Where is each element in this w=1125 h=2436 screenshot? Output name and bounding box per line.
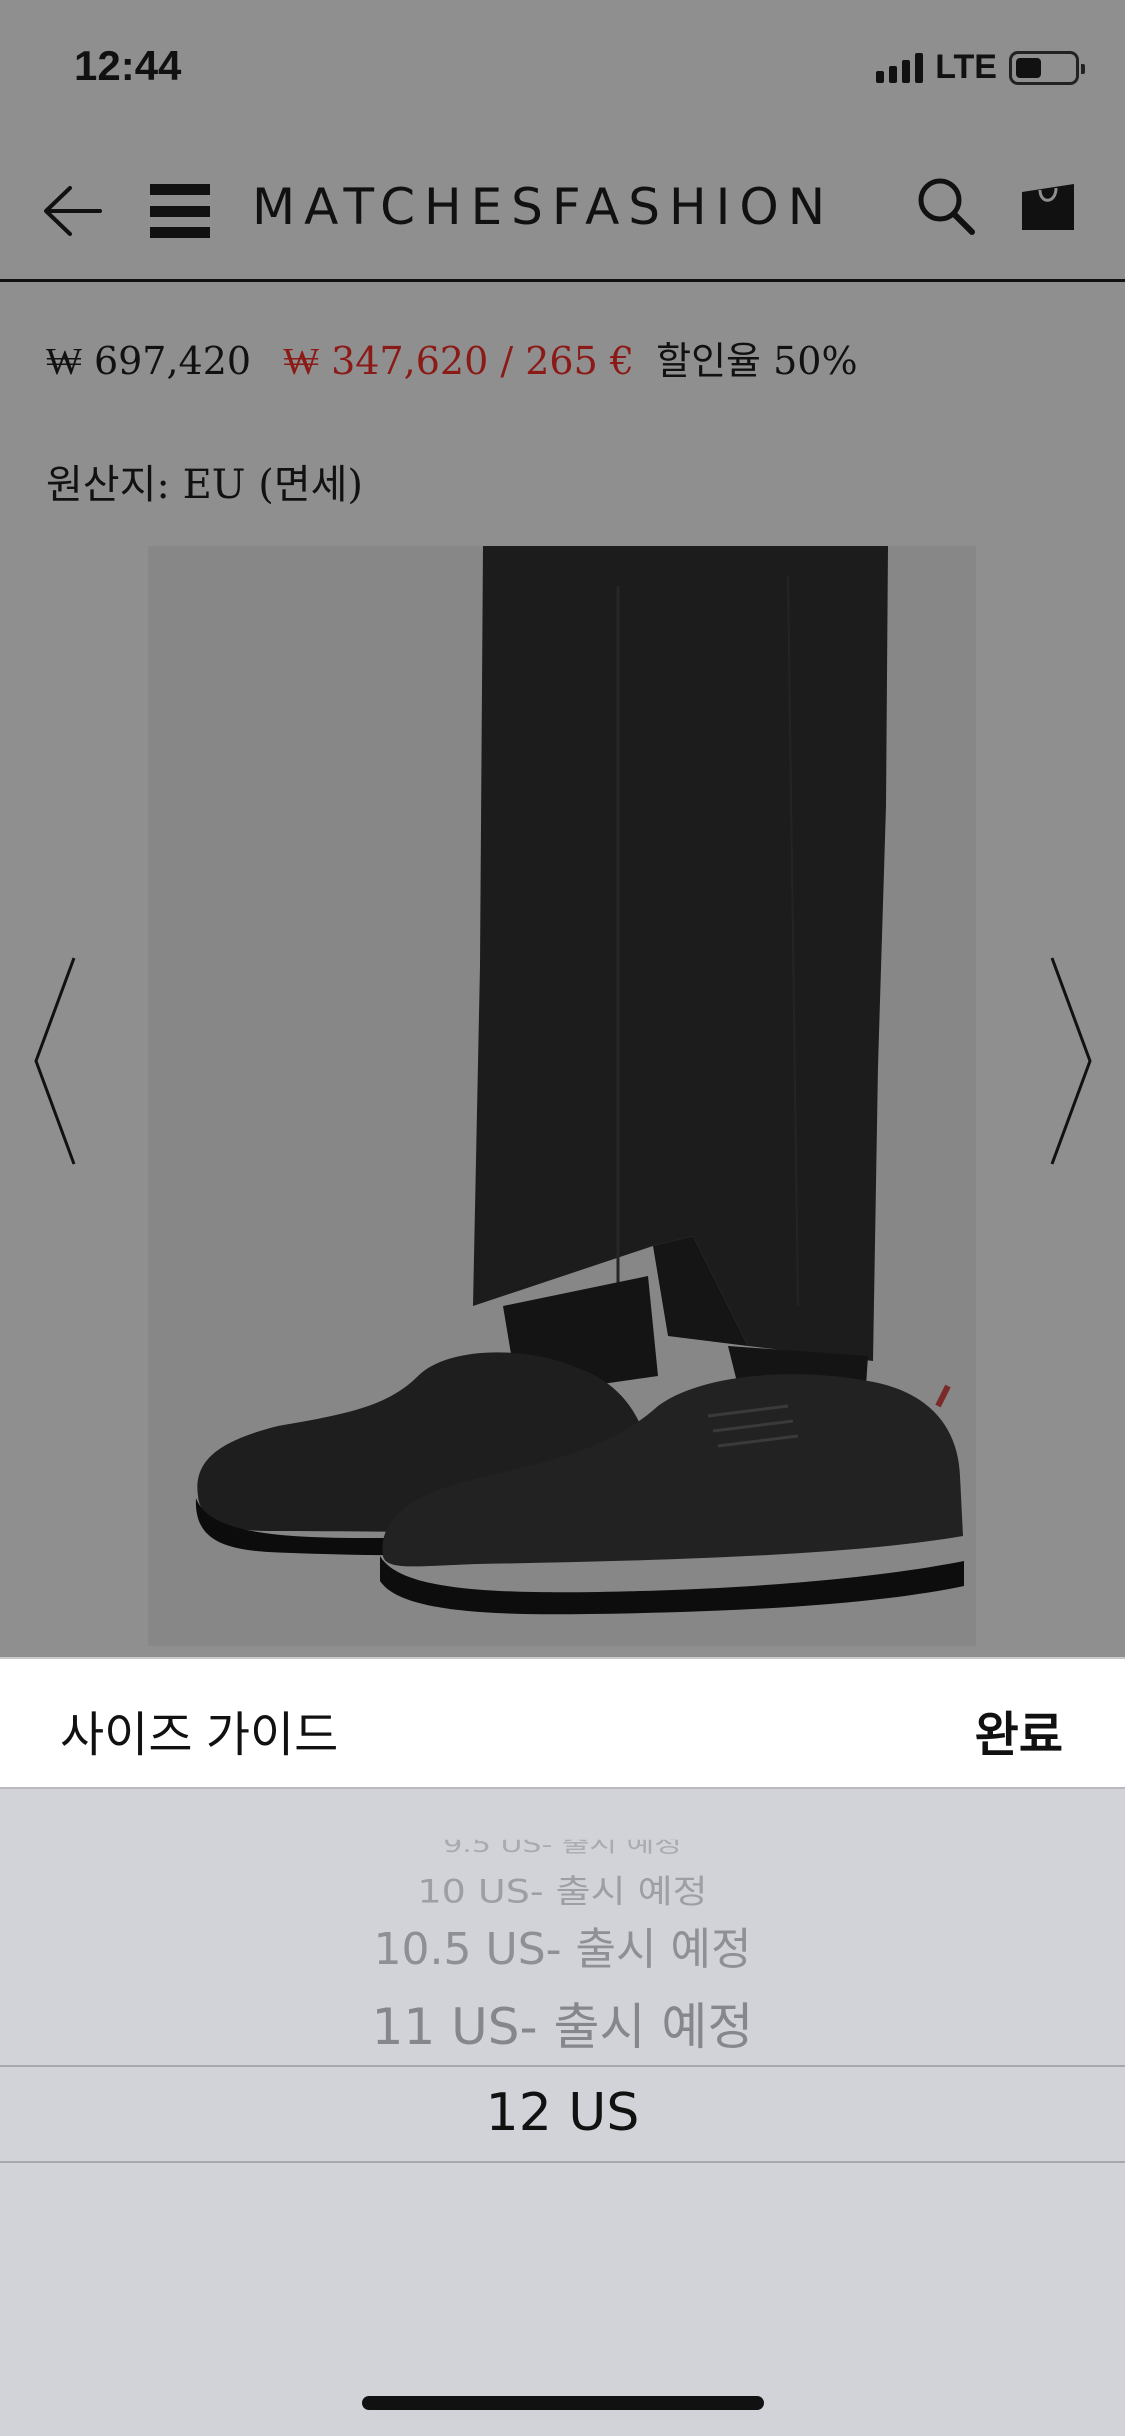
cellular-signal-icon xyxy=(876,52,924,83)
size-picker-wheel[interactable]: 9.5 US- 출시 예정 10 US- 출시 예정 10.5 US- 출시 예… xyxy=(0,1789,1125,2436)
status-bar: 12:44 LTE xyxy=(0,0,1125,140)
size-option[interactable]: 10.5 US- 출시 예정 xyxy=(0,1913,1125,1977)
next-image-arrow-icon[interactable] xyxy=(1046,954,1096,1168)
home-indicator[interactable] xyxy=(362,2396,764,2410)
original-price: ₩ 697,420 xyxy=(46,339,252,383)
brand-logo[interactable]: MATCHESFASHION xyxy=(252,178,834,236)
status-indicators: LTE xyxy=(876,48,1085,87)
size-option[interactable]: 10 US- 출시 예정 xyxy=(0,1865,1125,1912)
size-guide-link[interactable]: 사이즈 가이드 xyxy=(60,1695,338,1765)
product-title-cut xyxy=(46,262,546,284)
sale-price: ₩ 347,620 / 265 € xyxy=(283,339,635,383)
size-picker-header: 사이즈 가이드 완료 xyxy=(0,1657,1125,1789)
size-option[interactable]: 11 US- 출시 예정 xyxy=(0,1987,1125,2059)
selected-size-option[interactable]: 12 US xyxy=(0,2083,1125,2143)
shopping-bag-icon[interactable] xyxy=(1020,180,1076,234)
country-of-origin: 원산지: EU (면세) xyxy=(46,462,364,508)
shoe-photo xyxy=(148,546,976,1646)
product-image[interactable] xyxy=(148,546,976,1646)
network-type: LTE xyxy=(935,48,997,86)
status-time: 12:44 xyxy=(74,42,182,89)
price-line: ₩ 697,420 ₩ 347,620 / 265 € 할인율 50% xyxy=(46,330,858,385)
discount-rate: 할인율 50% xyxy=(656,339,858,383)
size-option[interactable]: 9.5 US- 출시 예정 xyxy=(0,1840,1125,1857)
back-arrow-icon[interactable] xyxy=(40,176,110,246)
battery-icon xyxy=(1009,50,1085,85)
search-icon[interactable] xyxy=(914,174,976,236)
previous-image-arrow-icon[interactable] xyxy=(30,954,80,1168)
done-button[interactable]: 완료 xyxy=(975,1695,1063,1765)
hamburger-menu-icon[interactable] xyxy=(150,184,210,238)
top-nav-bar: MATCHESFASHION xyxy=(0,140,1125,282)
